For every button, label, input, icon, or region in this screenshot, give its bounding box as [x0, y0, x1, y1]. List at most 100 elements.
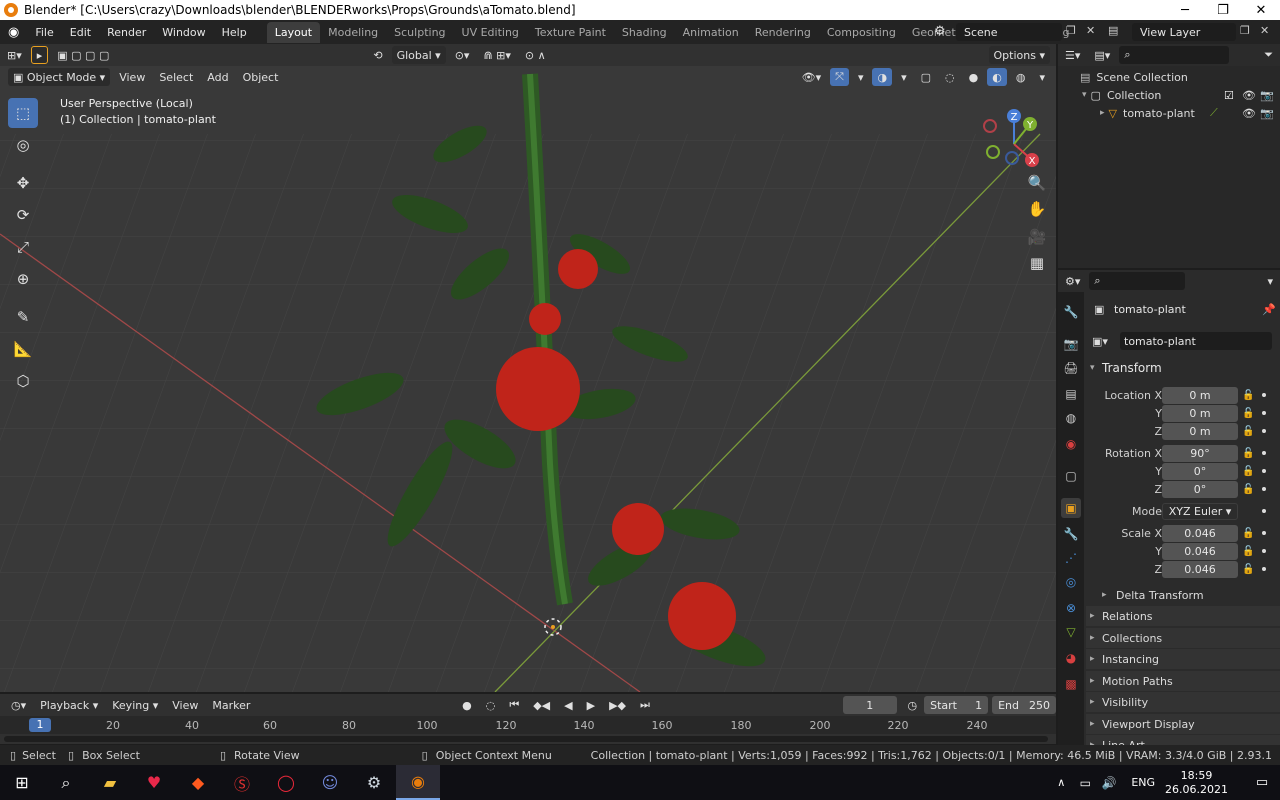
material-tab-icon[interactable]: ◕ — [1061, 648, 1081, 668]
keyframe-dot[interactable] — [1262, 411, 1266, 415]
motion-paths-panel[interactable]: Motion Paths — [1086, 671, 1280, 691]
lock-location-x-icon[interactable]: 🔓 — [1242, 390, 1254, 401]
transform-tool-icon[interactable]: ⊕ — [8, 264, 38, 294]
menu-render[interactable]: Render — [99, 26, 154, 39]
output-tab-icon[interactable]: 🖨 — [1061, 358, 1081, 378]
display-mode-icon[interactable]: ▤▾ — [1089, 46, 1115, 64]
keyframe-dot[interactable] — [1262, 531, 1266, 535]
app-orange-icon[interactable]: ◆ — [176, 765, 220, 800]
object-browse-icon[interactable]: ▣▾ — [1092, 335, 1108, 348]
clock[interactable]: 18:59 26.06.2021 — [1165, 769, 1228, 797]
keyframe-dot[interactable] — [1262, 567, 1266, 571]
outliner-row-collection[interactable]: ▾ ▢ Collection ☑ 👁 📷 — [1058, 86, 1280, 104]
timeline-scrollbar[interactable] — [4, 736, 1048, 742]
modifier-tab-icon[interactable]: 🔧 — [1061, 524, 1081, 544]
move-tool-icon[interactable]: ✥ — [8, 168, 38, 198]
pan-view-icon[interactable]: ✋ — [1024, 196, 1050, 222]
timeline-ruler[interactable]: 20 40 60 80 100 120 140 160 180 200 220 … — [0, 716, 1056, 734]
minimize-button[interactable]: ─ — [1166, 0, 1204, 20]
overlay-toggle-icon[interactable]: ◑ — [872, 68, 893, 86]
measure-tool-icon[interactable]: 📐 — [8, 334, 38, 364]
close-button[interactable]: ✕ — [1242, 0, 1280, 20]
collections-panel[interactable]: Collections — [1086, 628, 1280, 648]
playback-menu[interactable]: Playback ▾ — [35, 696, 103, 714]
app-heart-icon[interactable]: ♥ — [132, 765, 176, 800]
scale-y-field[interactable]: 0.046 — [1162, 542, 1238, 560]
jump-end-icon[interactable]: ⏭ — [635, 696, 655, 714]
new-scene-icon[interactable]: ❐ — [1066, 24, 1076, 37]
next-keyframe-icon[interactable]: ▶◆ — [604, 696, 631, 714]
start-frame-field[interactable]: Start 1 — [924, 696, 989, 714]
scale-tool-icon[interactable]: ⤢ — [8, 232, 38, 262]
outliner-editor-icon[interactable]: ☰▾ — [1060, 46, 1085, 64]
discord-icon[interactable]: ☺ — [308, 765, 352, 800]
rotate-tool-icon[interactable]: ⟳ — [8, 200, 38, 230]
instancing-panel[interactable]: Instancing — [1086, 649, 1280, 669]
tab-modeling[interactable]: Modeling — [320, 22, 386, 43]
network-icon[interactable]: ▭ — [1073, 765, 1097, 800]
viewport-menu-object[interactable]: Object — [238, 68, 284, 86]
shading-solid-icon[interactable]: ● — [964, 68, 984, 86]
viewport-menu-add[interactable]: Add — [202, 68, 233, 86]
outliner-row-scene-collection[interactable]: ▤ Scene Collection — [1058, 68, 1280, 86]
data-tab-icon[interactable]: ▽ — [1061, 622, 1081, 642]
blender-taskbar-icon[interactable]: ◉ — [396, 765, 440, 800]
shading-dropdown-icon[interactable]: ▾ — [1034, 68, 1050, 86]
preview-range-icon[interactable]: ◷ — [903, 696, 923, 714]
jump-start-icon[interactable]: ⏮ — [504, 696, 524, 714]
scene-tab-icon[interactable]: ◍ — [1061, 408, 1081, 428]
lock-rotation-y-icon[interactable]: 🔓 — [1242, 466, 1254, 477]
editor-type-icon[interactable]: ⊞▾ — [2, 46, 27, 64]
location-y-field[interactable]: 0 m — [1162, 404, 1238, 422]
tab-animation[interactable]: Animation — [675, 22, 747, 43]
lock-rotation-z-icon[interactable]: 🔓 — [1242, 484, 1254, 495]
tab-shading[interactable]: Shading — [614, 22, 675, 43]
delta-transform-subpanel[interactable]: ▸ Delta Transform — [1086, 586, 1280, 604]
object-render-icon[interactable]: 📷 — [1260, 107, 1274, 120]
scene-selector[interactable]: Scene — [956, 23, 1062, 41]
windows-start-icon[interactable]: ⊞ — [0, 765, 44, 800]
pivot-icon[interactable]: ⊙▾ — [450, 46, 475, 64]
expand-collection-icon[interactable]: ▾ — [1082, 90, 1087, 100]
file-explorer-icon[interactable]: ▰ — [88, 765, 132, 800]
lock-scale-y-icon[interactable]: 🔓 — [1242, 546, 1254, 557]
view-layer-tab-icon[interactable]: ▤ — [1061, 384, 1081, 404]
texture-tab-icon[interactable]: ▩ — [1061, 674, 1081, 694]
cursor-tool-icon[interactable]: ◎ — [8, 130, 38, 160]
marker-menu[interactable]: Marker — [207, 696, 255, 714]
visibility-icon[interactable]: 👁▾ — [797, 68, 827, 86]
tab-rendering[interactable]: Rendering — [747, 22, 819, 43]
delete-view-layer-icon[interactable]: ✕ — [1260, 24, 1269, 37]
disable-render-icon[interactable]: 📷 — [1260, 89, 1274, 102]
keyframe-dot[interactable] — [1262, 451, 1266, 455]
location-z-field[interactable]: 0 m — [1162, 422, 1238, 440]
expand-object-icon[interactable]: ▸ — [1100, 108, 1105, 118]
3d-viewport[interactable]: ⊞▾ ▸ ▣ ▢ ▢ ▢ ⟲ Global ▾ ⊙▾ ⋒ ⊞▾ ⊙ ∧ Opti… — [0, 44, 1056, 692]
gizmo-dropdown-icon[interactable]: ▾ — [853, 68, 869, 86]
selection-mode-icons[interactable]: ▣ ▢ ▢ ▢ — [52, 46, 114, 64]
viewport-menu-view[interactable]: View — [114, 68, 150, 86]
exclude-checkbox[interactable]: ☑ — [1224, 89, 1234, 102]
filter-icon[interactable]: ⏷ — [1259, 46, 1278, 64]
properties-options-icon[interactable]: ▾ — [1262, 272, 1278, 290]
menu-file[interactable]: File — [27, 26, 61, 39]
end-frame-field[interactable]: End 250 — [992, 696, 1056, 714]
tray-chevron-icon[interactable]: ∧ — [1049, 765, 1073, 800]
relations-panel[interactable]: Relations — [1086, 606, 1280, 626]
lock-scale-x-icon[interactable]: 🔓 — [1242, 528, 1254, 539]
shading-rendered-icon[interactable]: ◍ — [1011, 68, 1031, 86]
add-cube-tool-icon[interactable]: ⬡ — [8, 366, 38, 396]
outliner-row-tomato-plant[interactable]: ▸ ▽ tomato-plant ⟋ 👁 📷 — [1058, 104, 1280, 122]
collection-tab-icon[interactable]: ▢ — [1061, 466, 1081, 486]
viewport-menu-select[interactable]: Select — [154, 68, 198, 86]
rotation-x-field[interactable]: 90° — [1162, 444, 1238, 462]
viewport-display-panel[interactable]: Viewport Display — [1086, 714, 1280, 734]
keying-menu[interactable]: Keying ▾ — [107, 696, 163, 714]
annotate-tool-icon[interactable]: ✎ — [8, 302, 38, 332]
overlay-dropdown-icon[interactable]: ▾ — [896, 68, 912, 86]
camera-view-icon[interactable]: 🎥 — [1024, 224, 1050, 250]
language-indicator[interactable]: ENG — [1131, 776, 1155, 789]
steam-icon[interactable]: ⚙ — [352, 765, 396, 800]
lock-scale-z-icon[interactable]: 🔓 — [1242, 564, 1254, 575]
maximize-button[interactable]: ❐ — [1204, 0, 1242, 20]
